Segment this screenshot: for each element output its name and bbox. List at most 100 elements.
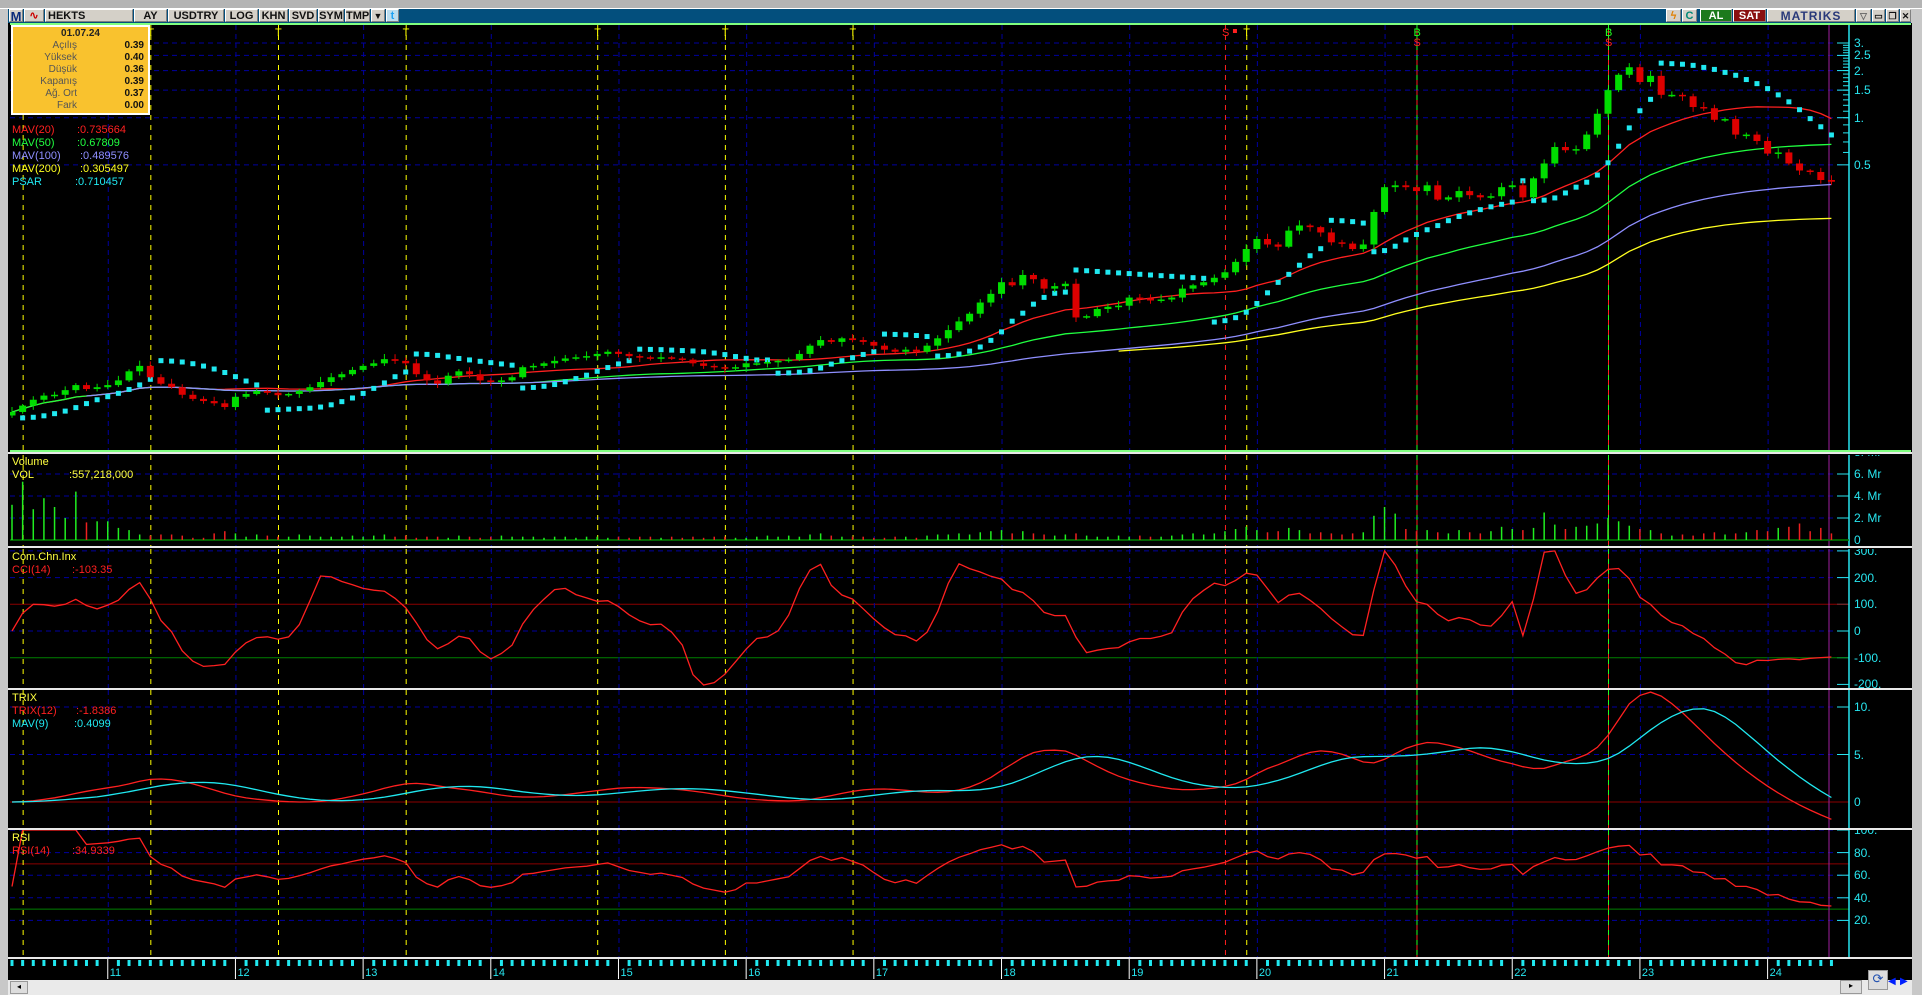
month-tick	[223, 960, 227, 966]
buy-button[interactable]: AL	[1700, 9, 1732, 22]
year-label: 19	[1131, 967, 1144, 979]
month-tick	[1329, 960, 1333, 966]
sell-button[interactable]: SAT	[1733, 9, 1766, 22]
month-tick	[797, 960, 801, 966]
refresh-icon[interactable]: C	[1682, 9, 1697, 22]
chart-type-icon[interactable]: ∿	[24, 9, 44, 22]
candle-body	[210, 401, 218, 404]
month-tick	[1649, 960, 1653, 966]
rsi-title: RSI	[12, 832, 31, 844]
month-tick	[287, 960, 291, 966]
candle-body	[593, 353, 601, 357]
matriks-logo-icon[interactable]: M	[9, 9, 23, 23]
candle-body	[572, 357, 580, 359]
symbol-field[interactable]: HEKTS	[45, 9, 133, 22]
collapse-icon[interactable]: ▽	[1856, 9, 1871, 22]
candle-body	[1487, 196, 1495, 198]
khn-button[interactable]: KHN	[259, 9, 288, 22]
cci-value: :-103.35	[72, 564, 113, 576]
month-tick	[31, 960, 35, 966]
window-top-border	[0, 0, 1922, 9]
candle-body	[178, 387, 186, 395]
psar-dot	[1296, 262, 1302, 268]
candle-body	[327, 377, 335, 383]
next-arrow-icon[interactable]: ▶	[1900, 976, 1911, 988]
p-trix-svg	[10, 690, 1850, 828]
month-tick	[787, 960, 791, 966]
svd-button[interactable]: SVD	[289, 9, 317, 22]
candle-body	[348, 369, 356, 375]
month-tick	[595, 960, 599, 966]
candle-body	[540, 363, 548, 366]
month-tick	[1138, 960, 1142, 966]
month-tick	[212, 960, 216, 966]
restore-icon[interactable]: ❐	[1886, 9, 1899, 22]
rsi-label: RSI(14)	[12, 845, 50, 857]
candle-body	[1615, 74, 1623, 91]
price-panel[interactable]: TTTTTTTSTBSBS3.2.52.1.51.0.5	[10, 23, 1911, 452]
month-tick	[1734, 960, 1738, 966]
month-tick	[1106, 960, 1110, 966]
month-tick	[638, 960, 642, 966]
psar-dot	[201, 363, 207, 369]
sync-icon[interactable]: ⟳	[1868, 970, 1888, 990]
psar-dot	[1073, 267, 1079, 273]
trix-title: TRIX	[12, 692, 38, 704]
prev-arrow-icon[interactable]: ◀	[1888, 976, 1899, 988]
panel-divider[interactable]	[8, 452, 1912, 454]
lightning-icon[interactable]: ϟ	[1666, 9, 1681, 22]
month-tick	[510, 960, 514, 966]
axis-tick-label: -100.	[1854, 650, 1882, 665]
psar-dot	[658, 347, 664, 353]
info-row: Yüksek 0.40	[13, 52, 148, 64]
trix-ma-value: :0.4099	[74, 718, 111, 730]
time-axis[interactable]: 11 12 13 14 15 16 17 18 19 20 21 22 23 24	[10, 959, 1911, 980]
candle-body	[966, 313, 974, 322]
candle-body	[551, 360, 559, 364]
trix-ma-label: MAV(9)	[12, 718, 49, 730]
month-tick	[542, 960, 546, 966]
month-tick	[1457, 960, 1461, 966]
twitter-icon[interactable]: t	[386, 9, 399, 22]
candle-body	[189, 394, 197, 399]
volume-panel[interactable]: 8. Mr 6. Mr 4. Mr 2. Mr 0	[10, 455, 1911, 546]
period-button[interactable]: AY	[134, 9, 167, 22]
axis-tick-label: 20.	[1854, 913, 1871, 928]
candle-body	[923, 345, 931, 352]
month-tick	[393, 960, 397, 966]
info-label: Açılış	[52, 40, 77, 51]
rsi-panel[interactable]: 120.100.80.60.40.20.	[10, 830, 1911, 957]
panel-divider[interactable]	[8, 546, 1912, 548]
month-tick	[1670, 960, 1674, 966]
candle-body	[317, 382, 325, 388]
minimize-icon[interactable]: ▭	[1872, 9, 1885, 22]
trix-panel[interactable]: 10. 5. 0	[10, 690, 1911, 828]
cci-panel[interactable]: 300. 200. 100. 0 -100. -200.	[10, 549, 1911, 688]
log-button[interactable]: LOG	[225, 9, 258, 22]
candle-body	[1721, 119, 1729, 121]
year-label: 16	[748, 967, 761, 979]
scroll-left-button[interactable]: ◂	[10, 981, 28, 994]
scroll-right-button[interactable]: ▸	[1840, 980, 1862, 994]
psar-dot	[892, 331, 898, 337]
month-tick	[1585, 960, 1589, 966]
horizontal-scrollbar[interactable]: ◂ ▸ ⟳ ◀ ▶	[8, 970, 1912, 995]
info-value: 0.39	[124, 40, 144, 51]
psar-value: :0.710457	[75, 176, 124, 188]
sym-button[interactable]: SYM	[318, 9, 344, 22]
candle-body	[1264, 239, 1272, 245]
candle-body	[1295, 225, 1303, 231]
month-tick	[1266, 960, 1270, 966]
candle-body	[1381, 187, 1389, 212]
psar-dot	[956, 351, 962, 357]
dropdown-icon[interactable]: ▼	[371, 9, 385, 22]
close-icon[interactable]: ✕	[1900, 9, 1911, 22]
year-label: 17	[875, 967, 889, 979]
tmp-button[interactable]: TMP	[345, 9, 370, 22]
info-value: 0.37	[124, 88, 144, 99]
month-tick	[776, 960, 780, 966]
candle-body	[72, 385, 80, 391]
psar-dot	[1562, 190, 1568, 196]
currency-button[interactable]: USDTRY	[168, 9, 224, 22]
psar-label: PSAR	[12, 176, 42, 188]
